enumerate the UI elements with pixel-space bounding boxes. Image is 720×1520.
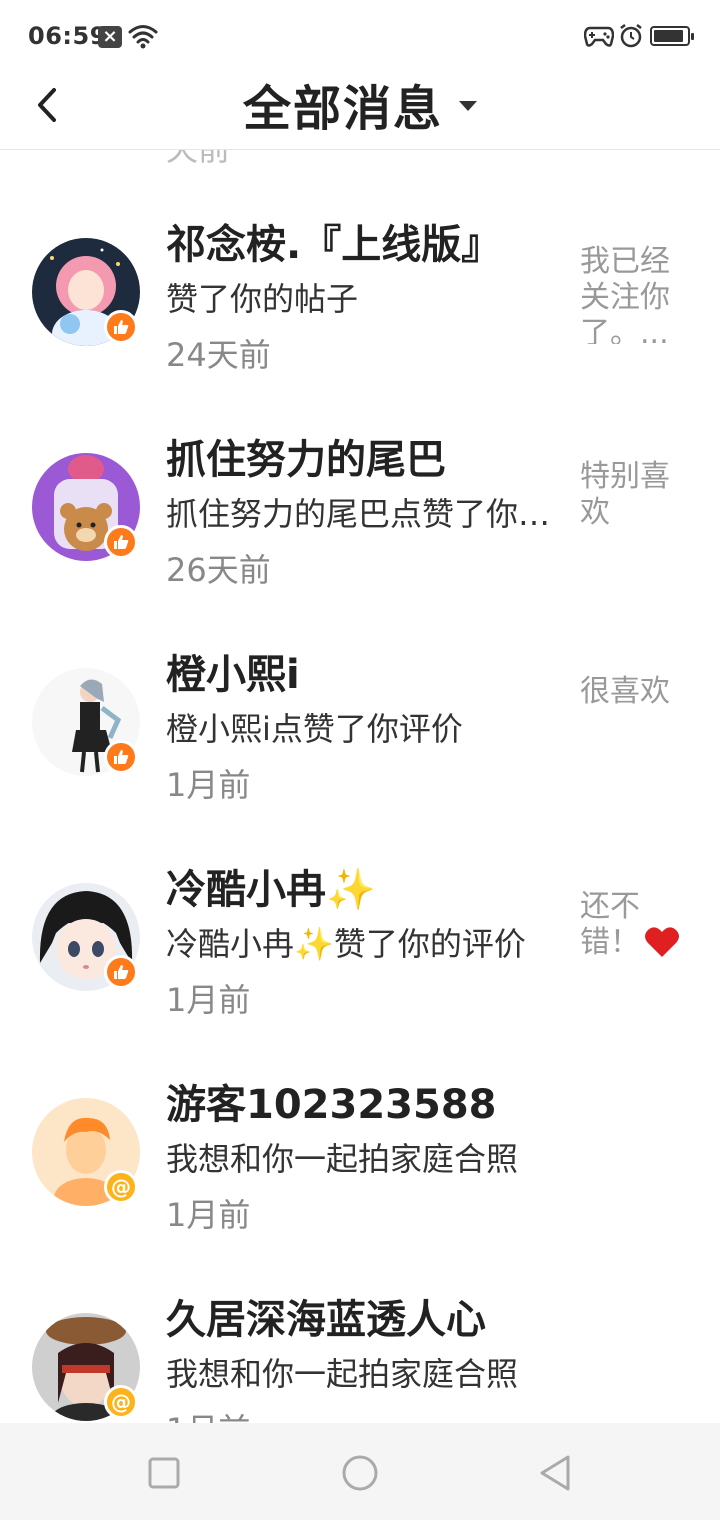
message-time: 1月前 xyxy=(166,981,251,1019)
message-item[interactable]: @ 久居深海蓝透人心 我想和你一起拍家庭合照 1月前 xyxy=(0,1275,720,1423)
heart-icon xyxy=(645,927,679,957)
thumbs-up-icon xyxy=(114,535,129,549)
message-sender: 冷酷小冉✨ xyxy=(166,867,376,913)
message-text: 抓住努力的尾巴点赞了你的评价 xyxy=(166,495,560,533)
wifi-icon xyxy=(128,25,158,49)
message-text: 赞了你的帖子 xyxy=(166,280,359,318)
header: 全部消息 xyxy=(0,72,720,150)
message-item[interactable]: 抓住努力的尾巴 抓住努力的尾巴点赞了你的评价 26天前 特别喜欢 xyxy=(0,415,720,630)
message-text: 冷酷小冉✨赞了你的评价 xyxy=(166,925,526,963)
message-text: 橙小熙i点赞了你评价 xyxy=(166,710,463,748)
message-item[interactable]: 祁念桉.『上线版』 赞了你的帖子 24天前 我已经关注你了。... xyxy=(0,200,720,415)
message-sender: 抓住努力的尾巴 xyxy=(166,437,446,483)
message-time: 1月前 xyxy=(166,766,251,804)
system-nav-bar xyxy=(0,1423,720,1520)
notification-x-icon: × xyxy=(98,26,122,48)
back-triangle-icon[interactable] xyxy=(532,1449,580,1497)
battery-icon xyxy=(650,26,694,46)
like-badge xyxy=(104,740,138,774)
message-sender: 祁念桉.『上线版』 xyxy=(166,222,502,268)
message-item[interactable]: 冷酷小冉✨ 冷酷小冉✨赞了你的评价 1月前 还不错！ xyxy=(0,845,720,1060)
message-time: 26天前 xyxy=(166,551,271,589)
content-preview: 特别喜欢 xyxy=(580,459,670,530)
alarm-icon xyxy=(620,24,642,48)
at-mention-badge: @ xyxy=(104,1170,138,1204)
game-icon xyxy=(584,26,614,47)
like-badge xyxy=(104,525,138,559)
message-list[interactable]: 天前 祁念桉.『上线版』 赞了你的帖子 24天前 我已经关注你了。... xyxy=(0,150,720,1423)
message-sender: 游客102323588 xyxy=(166,1082,497,1128)
message-item[interactable]: 橙小熙i 橙小熙i点赞了你评价 1月前 很喜欢 xyxy=(0,630,720,845)
thumbs-up-icon xyxy=(114,750,129,764)
page-title: 全部消息 xyxy=(242,81,443,137)
like-badge xyxy=(104,955,138,989)
message-text: 我想和你一起拍家庭合照 xyxy=(166,1140,519,1178)
like-badge xyxy=(104,310,138,344)
clipped-previous-time: 天前 xyxy=(166,150,230,170)
caret-down-icon xyxy=(459,101,477,111)
at-mention-badge: @ xyxy=(104,1385,138,1419)
message-item[interactable]: @ 游客102323588 我想和你一起拍家庭合照 1月前 xyxy=(0,1060,720,1275)
message-time: 1月前 xyxy=(166,1196,251,1234)
content-preview: 很喜欢 xyxy=(580,674,670,709)
thumbs-up-icon xyxy=(114,320,129,334)
message-text: 我想和你一起拍家庭合照 xyxy=(166,1355,519,1393)
title-dropdown[interactable]: 全部消息 xyxy=(0,72,720,137)
message-sender: 橙小熙i xyxy=(166,652,300,698)
message-sender: 久居深海蓝透人心 xyxy=(166,1297,486,1343)
content-preview: 我已经关注你了。... xyxy=(580,244,670,344)
message-time: 1月前 xyxy=(166,1405,250,1423)
recent-apps-icon[interactable] xyxy=(140,1449,188,1497)
message-time: 24天前 xyxy=(166,336,271,374)
thumbs-up-icon xyxy=(114,965,129,979)
home-icon[interactable] xyxy=(336,1449,384,1497)
status-time: 06:59 xyxy=(28,22,107,50)
battery-fill xyxy=(654,30,683,42)
status-bar: 06:59 × xyxy=(0,0,720,72)
